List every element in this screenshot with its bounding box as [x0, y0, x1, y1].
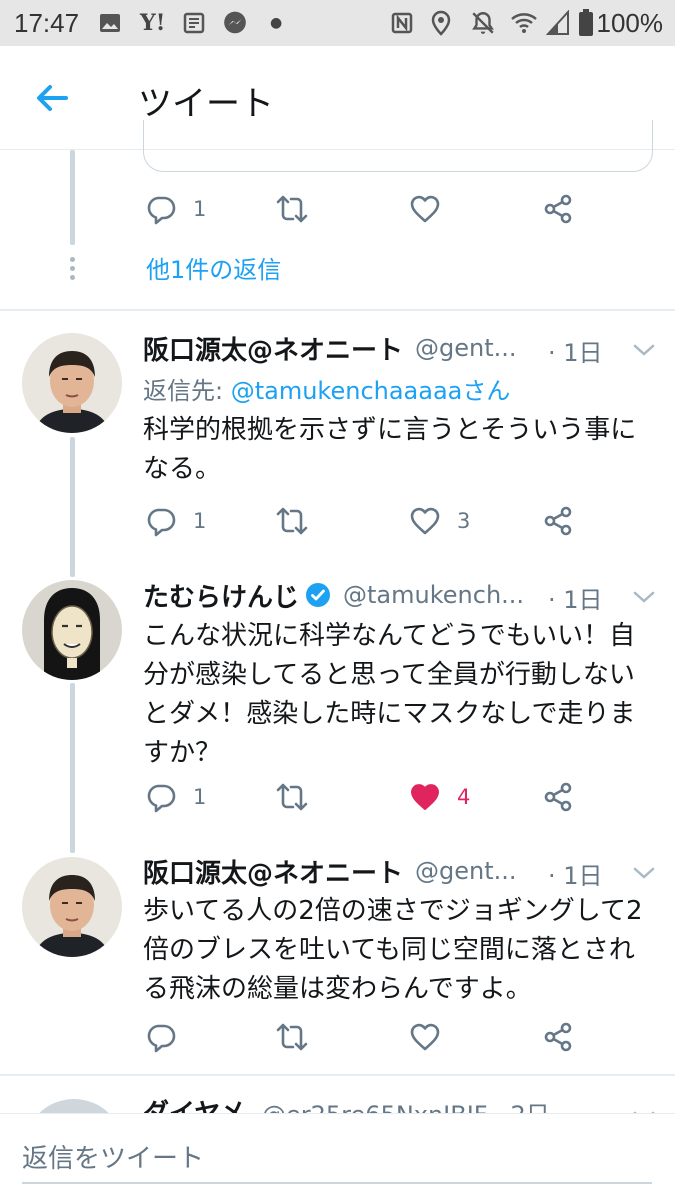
yahoo-icon: Y!	[140, 10, 166, 36]
reply-button[interactable]	[145, 1017, 193, 1057]
reply-count: 1	[193, 509, 207, 533]
display-name: たむらけんじ	[143, 582, 300, 613]
wifi-icon	[510, 9, 538, 37]
like-button[interactable]: 3	[409, 501, 470, 541]
reply-count: 1	[193, 197, 207, 221]
share-icon	[544, 1022, 572, 1052]
battery-icon	[578, 9, 594, 37]
username: @gent...	[415, 334, 517, 362]
quoted-tweet-card[interactable]	[143, 120, 653, 172]
retweet-icon	[276, 1023, 308, 1051]
retweet-button[interactable]	[276, 777, 308, 817]
thread-dots	[70, 257, 75, 284]
reply-button[interactable]: 1	[145, 189, 206, 229]
share-icon	[544, 782, 572, 812]
page-title: ツイート	[138, 84, 274, 124]
display-name: 阪口源太@ネオニート	[143, 335, 404, 366]
mute-icon	[470, 9, 496, 37]
status-time: 17:47	[14, 8, 80, 38]
location-icon	[430, 9, 452, 37]
reply-count: 1	[193, 785, 207, 809]
reply-icon	[147, 784, 176, 813]
tweet-text: こんな状況に科学なんてどうでもいい！自分が感染してると思って全員が行動しないとダ…	[143, 621, 636, 768]
like-count: 4	[457, 785, 471, 809]
username: @tamukench...	[343, 581, 525, 609]
reply-icon	[147, 1024, 176, 1053]
reply-compose-bar	[0, 1113, 675, 1200]
retweet-button[interactable]	[276, 189, 308, 229]
chevron-down-icon[interactable]	[630, 583, 658, 611]
image-icon	[98, 9, 122, 37]
display-name: ダイヤメ	[143, 1099, 246, 1115]
retweet-icon	[276, 507, 308, 535]
reply-to-mention[interactable]: @tamukenchaaaaaさん	[231, 377, 511, 405]
tweet-author[interactable]: 阪口源太@ネオニート @gent...	[143, 331, 517, 366]
battery-percent: 100%	[596, 8, 664, 38]
like-button[interactable]	[409, 189, 441, 229]
share-button[interactable]	[542, 777, 574, 817]
news-icon	[182, 9, 206, 37]
like-button[interactable]	[409, 1017, 441, 1057]
back-arrow-icon[interactable]	[30, 76, 74, 120]
chevron-down-icon[interactable]	[630, 336, 658, 364]
heart-filled-icon	[411, 784, 439, 810]
signal-icon	[546, 9, 570, 37]
tweet-time: · 1日	[548, 586, 603, 614]
more-replies-link[interactable]: 他1件の返信	[146, 250, 281, 285]
thread-line	[70, 150, 75, 245]
username: @gent...	[415, 857, 517, 885]
retweet-icon	[276, 783, 308, 811]
tweet-author[interactable]: 阪口源太@ネオニート @gent...	[143, 854, 517, 889]
reply-input[interactable]	[22, 1136, 652, 1184]
username: @er25re65NxnJBIF · 2日	[262, 1101, 550, 1115]
tweet-text: 科学的根拠を示さずに言うとそういう事になる。	[143, 415, 637, 484]
reply-button[interactable]: 1	[145, 501, 206, 541]
tweet-author[interactable]: たむらけんじ @tamukench...	[143, 578, 525, 613]
thread-line	[70, 437, 75, 577]
like-button[interactable]: 4	[409, 777, 470, 817]
nfc-icon	[390, 9, 414, 37]
avatar[interactable]	[22, 580, 122, 680]
share-button[interactable]	[542, 501, 574, 541]
tweet-time: · 1日	[548, 862, 603, 890]
thread-line	[70, 683, 75, 853]
dot-icon: ●	[270, 15, 283, 31]
reply-icon	[147, 508, 176, 537]
reply-icon	[147, 196, 176, 225]
heart-icon	[410, 1023, 440, 1051]
retweet-icon	[276, 195, 308, 223]
share-icon	[544, 194, 572, 224]
retweet-button[interactable]	[276, 501, 308, 541]
avatar[interactable]	[22, 333, 122, 433]
heart-icon	[410, 195, 440, 223]
display-name: 阪口源太@ネオニート	[143, 858, 404, 889]
share-button[interactable]	[542, 189, 574, 229]
tweet-time: · 1日	[548, 339, 603, 367]
reply-to-line: 返信先: @tamukenchaaaaaさん	[143, 371, 510, 406]
share-button[interactable]	[542, 1017, 574, 1057]
tweet-text: 歩いてる人の2倍の速さでジョギングして2倍のブレスを吐いても同じ空間に落とされる…	[143, 896, 643, 1004]
chevron-down-icon[interactable]	[630, 859, 658, 887]
retweet-button[interactable]	[276, 1017, 308, 1057]
messenger-icon	[222, 9, 248, 37]
partial-tweet[interactable]: ダイヤメ @er25re65NxnJBIF · 2日	[0, 1075, 675, 1115]
section-divider	[0, 309, 675, 311]
status-bar: 17:47 Y! ● 100%	[0, 0, 675, 46]
verified-badge-icon	[306, 583, 331, 607]
reply-to-label: 返信先:	[143, 377, 231, 405]
reply-button[interactable]: 1	[145, 777, 206, 817]
heart-icon	[410, 507, 440, 535]
avatar[interactable]	[22, 857, 122, 957]
like-count: 3	[457, 509, 471, 533]
share-icon	[544, 506, 572, 536]
